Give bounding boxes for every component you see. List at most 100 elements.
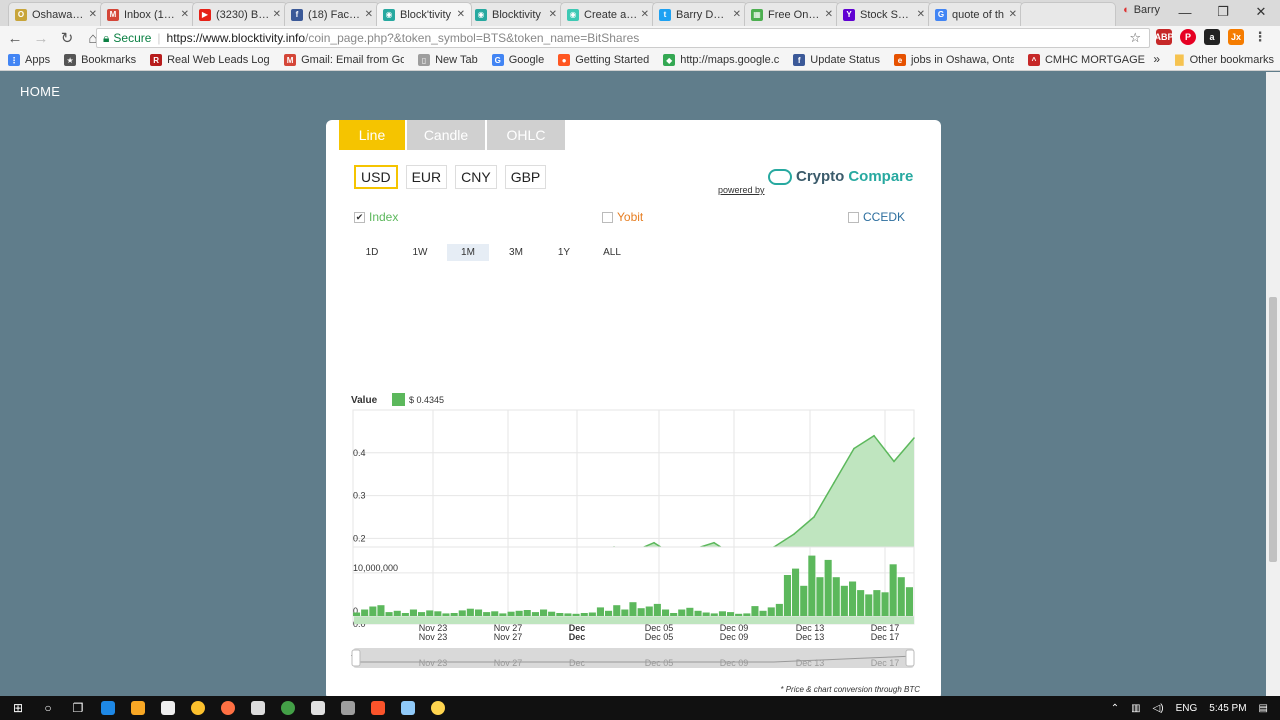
tray-up-arrow-icon[interactable]: ⌃ bbox=[1111, 703, 1119, 714]
currency-usd-button[interactable]: USD bbox=[354, 165, 398, 189]
currency-cny-button[interactable]: CNY bbox=[455, 165, 497, 189]
pinterest-icon[interactable]: P bbox=[1180, 29, 1196, 45]
browser-tab[interactable]: M Inbox (14,3 ✕ bbox=[100, 2, 196, 26]
mail-icon[interactable] bbox=[306, 696, 330, 720]
cryptocompare-logo[interactable]: Crypto Compare bbox=[768, 168, 913, 185]
secure-badge[interactable]: 🔒︎ Secure bbox=[103, 31, 151, 46]
file-explorer-icon[interactable] bbox=[126, 696, 150, 720]
clock[interactable]: 5:45 PM bbox=[1209, 703, 1246, 714]
reload-icon[interactable]: ↻ bbox=[56, 29, 78, 47]
volume-chart[interactable]: 010,000,000Nov 23 Nov 27 Dec Dec 05 Dec 09 De… bbox=[326, 540, 941, 680]
maximize-icon[interactable]: ❐ bbox=[1204, 0, 1242, 24]
new-tab-button[interactable] bbox=[1020, 2, 1116, 26]
range-3m-button[interactable]: 3M bbox=[495, 244, 537, 261]
browser-tab[interactable]: ◉ Block'tivity ✕ bbox=[376, 2, 472, 26]
task-view-icon[interactable]: ❐ bbox=[66, 696, 90, 720]
source-toggle-yobit[interactable]: Yobit bbox=[602, 210, 643, 224]
browser-tab[interactable]: Y Stock Scree ✕ bbox=[836, 2, 932, 26]
tab-close-icon[interactable]: ✕ bbox=[549, 9, 557, 20]
tab-close-icon[interactable]: ✕ bbox=[89, 9, 97, 20]
powered-by-link[interactable]: powered by bbox=[718, 185, 765, 195]
network-icon[interactable]: ▥ bbox=[1131, 703, 1140, 714]
address-bar[interactable]: 🔒︎ Secure | https://www.blocktivity.info… bbox=[96, 28, 1150, 48]
home-link[interactable]: HOME bbox=[20, 84, 60, 99]
currency-gbp-button[interactable]: GBP bbox=[504, 165, 547, 189]
tab-close-icon[interactable]: ✕ bbox=[365, 9, 373, 20]
browser-tab[interactable]: ◉ Create a po ✕ bbox=[560, 2, 656, 26]
notifications-icon[interactable]: ▤ bbox=[1259, 703, 1268, 714]
bookmark-item[interactable]: f Update Status bbox=[793, 54, 880, 66]
currency-eur-button[interactable]: EUR bbox=[405, 165, 448, 189]
store-icon[interactable] bbox=[156, 696, 180, 720]
browser-tab[interactable]: t Barry Dutto ✕ bbox=[652, 2, 748, 26]
tab-close-icon[interactable]: ✕ bbox=[457, 9, 465, 20]
chrome-icon[interactable] bbox=[186, 696, 210, 720]
source-toggle-index[interactable]: ✔ Index bbox=[354, 210, 398, 224]
browser-tab[interactable]: O Oshawa, On✕ bbox=[8, 2, 104, 26]
forward-icon[interactable]: → bbox=[30, 30, 52, 47]
tab-candle[interactable]: Candle bbox=[407, 120, 485, 150]
bookmark-item[interactable]: ◆ http://maps.google.c bbox=[663, 54, 779, 66]
scrollbar-thumb[interactable] bbox=[1269, 297, 1277, 562]
bookmark-item[interactable]: ▯ New Tab bbox=[418, 54, 478, 66]
tab-line[interactable]: Line bbox=[339, 120, 405, 150]
range-1m-button[interactable]: 1M bbox=[447, 244, 489, 261]
bookmark-item[interactable]: ⋮ Apps bbox=[8, 54, 50, 66]
firefox-icon[interactable] bbox=[216, 696, 240, 720]
language-indicator[interactable]: ENG bbox=[1176, 703, 1198, 714]
photos-icon[interactable] bbox=[246, 696, 270, 720]
browser-tab[interactable]: Gquote of th ✕ bbox=[928, 2, 1024, 26]
tab-close-icon[interactable]: ✕ bbox=[641, 9, 649, 20]
windows-start-icon[interactable]: ⊞ bbox=[6, 696, 30, 720]
tab-close-icon[interactable]: ✕ bbox=[181, 9, 189, 20]
bookmark-icon: ◆ bbox=[663, 54, 676, 66]
browser-tab[interactable]: ▦ Free Online ✕ bbox=[744, 2, 840, 26]
tab-close-icon[interactable]: ✕ bbox=[917, 9, 925, 20]
minimize-icon[interactable]: — bbox=[1166, 0, 1204, 24]
range-1w-button[interactable]: 1W bbox=[399, 244, 441, 261]
bookmark-item[interactable]: e jobs in Oshawa, Onta bbox=[893, 54, 1014, 66]
navigator-left-handle[interactable] bbox=[351, 649, 361, 667]
amazon-icon[interactable]: a bbox=[1204, 29, 1220, 45]
menu-icon[interactable]: ⋮ bbox=[1252, 29, 1268, 45]
other-bookmarks[interactable]: ▇ Other bookmarks bbox=[1175, 53, 1274, 67]
tab-close-icon[interactable]: ✕ bbox=[733, 9, 741, 20]
browser-tab[interactable]: ▶ (3230) Bitco ✕ bbox=[192, 2, 288, 26]
back-icon[interactable]: ← bbox=[4, 30, 26, 47]
adblock-icon[interactable]: ABP bbox=[1155, 29, 1174, 45]
yellow-app-icon[interactable] bbox=[426, 696, 450, 720]
checkbox[interactable] bbox=[848, 211, 859, 223]
jx-extension-icon[interactable]: Jx bbox=[1228, 29, 1244, 45]
tab-ohlc[interactable]: OHLC bbox=[487, 120, 565, 150]
bookmarks-overflow-icon[interactable]: » bbox=[1153, 52, 1160, 66]
calculator-icon[interactable] bbox=[336, 696, 360, 720]
bookmark-item[interactable]: R Real Web Leads Logi bbox=[150, 54, 270, 66]
bookmark-item[interactable]: M Gmail: Email from Go bbox=[284, 54, 404, 66]
tab-close-icon[interactable]: ✕ bbox=[1009, 9, 1017, 20]
range-all-button[interactable]: ALL bbox=[591, 244, 633, 261]
checkbox[interactable] bbox=[602, 211, 613, 223]
close-window-icon[interactable]: ✕ bbox=[1242, 0, 1280, 24]
tab-close-icon[interactable]: ✕ bbox=[273, 9, 281, 20]
bookmark-item[interactable]: ^ CMHC MORTGAGE C bbox=[1027, 54, 1148, 66]
range-1d-button[interactable]: 1D bbox=[351, 244, 393, 261]
bookmark-star-icon[interactable]: ☆ bbox=[1129, 30, 1141, 46]
brave-icon[interactable] bbox=[366, 696, 390, 720]
profile-button[interactable]: ◐ Barry bbox=[1123, 4, 1160, 16]
bookmark-item[interactable]: ● Getting Started bbox=[558, 54, 649, 66]
browser-tab[interactable]: f (18) Facebo ✕ bbox=[284, 2, 380, 26]
source-toggle-ccedk[interactable]: CCEDK bbox=[848, 210, 905, 224]
network-app-icon[interactable] bbox=[396, 696, 420, 720]
bookmark-item[interactable]: ★ Bookmarks bbox=[64, 54, 136, 66]
tab-close-icon[interactable]: ✕ bbox=[825, 9, 833, 20]
page-scrollbar[interactable] bbox=[1266, 72, 1280, 697]
browser-tab[interactable]: ◉ Blocktivity ✕ bbox=[468, 2, 564, 26]
volume-icon[interactable]: ◁) bbox=[1153, 703, 1164, 714]
navigator-right-handle[interactable] bbox=[905, 649, 915, 667]
edge-icon[interactable] bbox=[96, 696, 120, 720]
search-icon[interactable]: ○ bbox=[36, 696, 60, 720]
green-app-icon[interactable] bbox=[276, 696, 300, 720]
range-1y-button[interactable]: 1Y bbox=[543, 244, 585, 261]
bookmark-item[interactable]: G Google bbox=[491, 54, 544, 66]
checkbox[interactable]: ✔ bbox=[354, 211, 365, 223]
